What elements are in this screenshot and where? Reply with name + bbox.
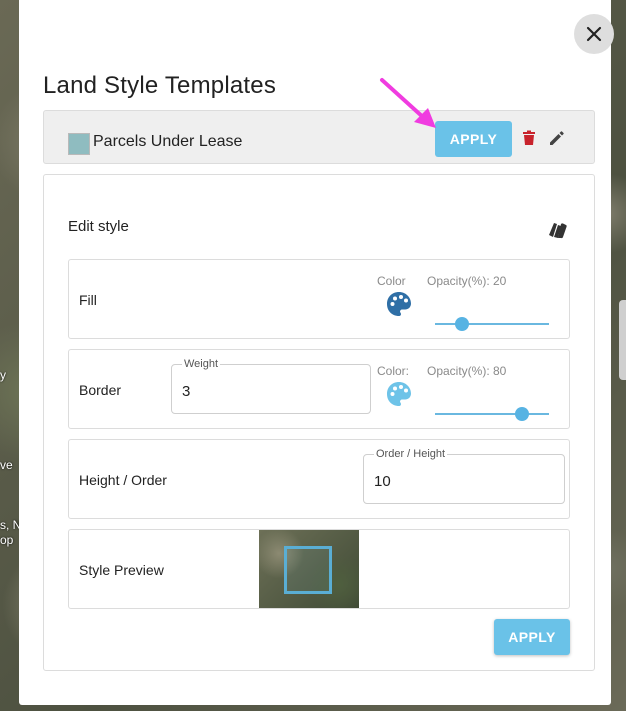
palette-icon: [387, 382, 411, 406]
trash-icon: [523, 130, 535, 145]
close-button[interactable]: [574, 14, 614, 54]
fill-color-picker[interactable]: [385, 290, 413, 318]
order-height-label: Order / Height: [374, 448, 448, 460]
border-opacity-slider[interactable]: [435, 406, 549, 422]
border-color-picker[interactable]: [385, 380, 413, 408]
map-label: ve: [0, 458, 13, 472]
slider-track: [435, 413, 549, 415]
style-preview-card: Style Preview: [68, 529, 570, 609]
apply-style-button[interactable]: APPLY: [494, 619, 570, 655]
fill-label: Fill: [79, 292, 97, 308]
order-height-input[interactable]: [374, 473, 534, 490]
modal-title: Land Style Templates: [43, 72, 277, 99]
map-label: op: [0, 533, 14, 547]
swatch-book-icon[interactable]: [546, 217, 570, 241]
template-color-swatch: [68, 133, 90, 155]
template-name: Parcels Under Lease: [93, 133, 243, 150]
close-icon: [586, 26, 602, 42]
apply-template-button[interactable]: APPLY: [435, 121, 512, 157]
map-scroll-handle[interactable]: [619, 300, 626, 380]
template-row[interactable]: Parcels Under Lease APPLY: [43, 110, 595, 164]
palette-icon: [387, 292, 411, 316]
border-weight-input[interactable]: [182, 383, 342, 400]
height-order-card: Height / Order Order / Height: [68, 439, 570, 519]
border-settings-card: Border Weight Color: Opacity(%): 80: [68, 349, 570, 429]
pencil-icon: [550, 131, 564, 145]
map-label: y: [0, 368, 6, 382]
edit-template-button[interactable]: [546, 127, 568, 149]
fill-opacity-slider[interactable]: [435, 316, 549, 332]
preview-parcel-shape: [284, 546, 332, 594]
fill-settings-card: Fill Color Opacity(%): 20: [68, 259, 570, 339]
edit-style-heading: Edit style: [68, 218, 129, 235]
order-height-field[interactable]: Order / Height: [363, 448, 565, 504]
edit-style-panel: Edit style Fill Color Opacity(%): 20 Bor…: [43, 174, 595, 671]
border-weight-label: Weight: [182, 358, 221, 370]
slider-track: [435, 323, 549, 325]
land-style-templates-modal: Land Style Templates Parcels Under Lease…: [19, 0, 614, 705]
border-color-label: Color:: [377, 364, 410, 378]
fill-color-label: Color: [377, 274, 406, 288]
height-order-label: Height / Order: [79, 472, 167, 488]
slider-thumb[interactable]: [515, 407, 529, 421]
style-preview-image: [259, 530, 359, 608]
slider-thumb[interactable]: [455, 317, 469, 331]
annotation-arrow-icon: [380, 78, 436, 128]
border-opacity-label: Opacity(%): 80: [427, 364, 507, 378]
fill-opacity-label: Opacity(%): 20: [427, 274, 507, 288]
delete-template-button[interactable]: [518, 127, 540, 149]
border-weight-field[interactable]: Weight: [171, 358, 371, 414]
style-preview-label: Style Preview: [79, 562, 164, 578]
border-label: Border: [79, 382, 122, 398]
